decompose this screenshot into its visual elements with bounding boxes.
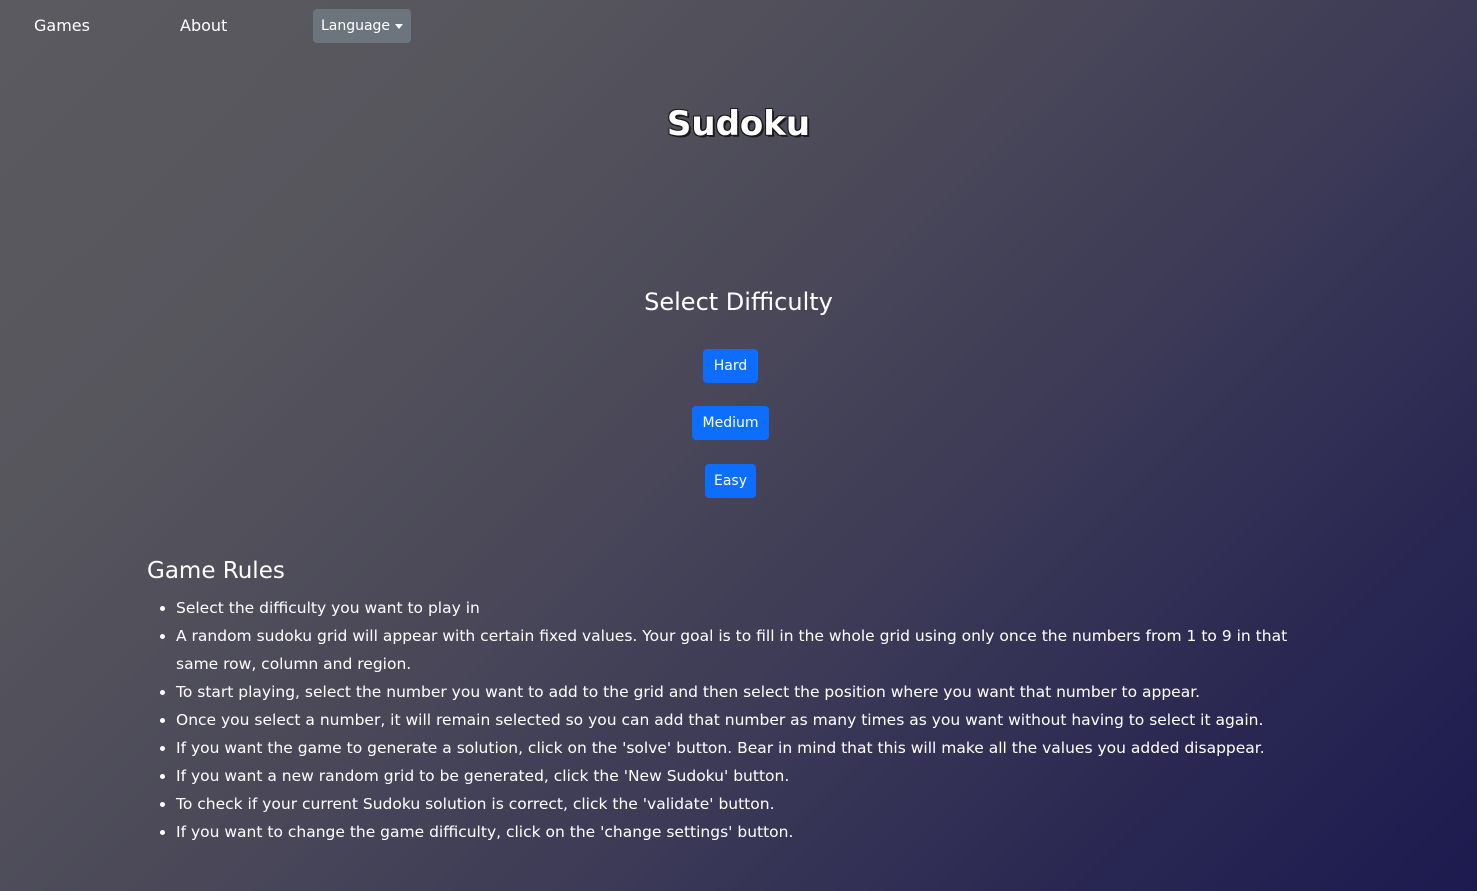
rule-item: If you want to change the game difficult…: [176, 818, 1326, 846]
rule-item: If you want the game to generate a solut…: [176, 734, 1326, 762]
nav-link-about[interactable]: About: [180, 15, 227, 37]
select-difficulty-heading: Select Difficulty: [644, 288, 833, 316]
rule-item: Select the difficulty you want to play i…: [176, 594, 1326, 622]
easy-difficulty-button[interactable]: Easy: [705, 464, 756, 498]
nav-link-games[interactable]: Games: [34, 15, 90, 37]
game-rules-list: Select the difficulty you want to play i…: [148, 594, 1326, 846]
page-title: Sudoku: [666, 104, 811, 144]
caret-down-icon: [395, 24, 404, 29]
language-dropdown-button[interactable]: Language: [313, 9, 411, 43]
rule-item: Once you select a number, it will remain…: [176, 706, 1326, 734]
rule-item: To check if your current Sudoku solution…: [176, 790, 1326, 818]
rule-item: To start playing, select the number you …: [176, 678, 1326, 706]
hard-difficulty-button[interactable]: Hard: [703, 349, 758, 383]
top-navbar: Games About Language: [0, 0, 1477, 52]
game-rules-heading: Game Rules: [147, 558, 285, 584]
rule-item: If you want a new random grid to be gene…: [176, 762, 1326, 790]
rule-item: A random sudoku grid will appear with ce…: [176, 622, 1326, 678]
medium-difficulty-button[interactable]: Medium: [692, 406, 769, 440]
language-dropdown-label: Language: [320, 18, 391, 34]
